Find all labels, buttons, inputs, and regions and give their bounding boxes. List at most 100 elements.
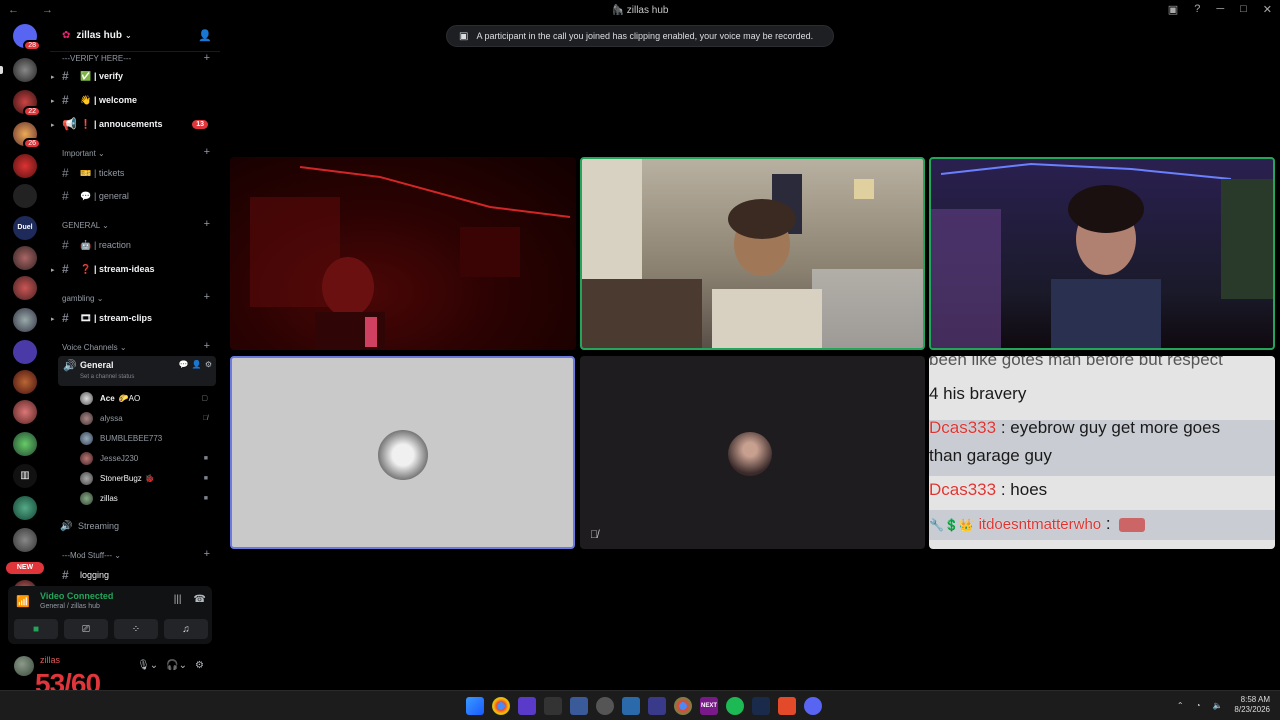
video-tile[interactable] xyxy=(929,157,1275,350)
invite-icon[interactable]: 👤 xyxy=(192,360,202,369)
chat-icon[interactable]: 💬 xyxy=(179,360,189,369)
inbox-icon[interactable]: ▣ xyxy=(1168,3,1178,16)
reaction-emoji-icon: 🤖 xyxy=(80,239,92,250)
steam-icon[interactable] xyxy=(752,697,770,715)
add-channel-icon[interactable]: + xyxy=(204,146,210,158)
server-icon[interactable] xyxy=(13,154,37,178)
channel-tickets[interactable]: # 🎫 | tickets xyxy=(62,163,212,183)
add-member-icon[interactable]: 👤 xyxy=(198,29,212,42)
server-icon[interactable] xyxy=(13,370,37,394)
microphone-icon[interactable]: 🎙⌄ xyxy=(137,660,158,671)
chevron-up-icon[interactable]: ⌃ xyxy=(1177,701,1184,710)
voice-user-alyssa[interactable]: alyssa 🎙̸ xyxy=(80,409,212,427)
voice-channel-streaming[interactable]: 🔊 Streaming xyxy=(60,516,210,536)
avatar xyxy=(80,391,93,405)
soundboard-button[interactable]: ♫ xyxy=(164,619,208,639)
disconnect-icon[interactable]: ☎ xyxy=(194,594,206,605)
brave-icon[interactable] xyxy=(778,697,796,715)
headphones-icon[interactable]: 🎧⌄ xyxy=(166,660,187,671)
minimize-button[interactable]: ─ xyxy=(1216,3,1224,16)
volume-icon[interactable]: 🔈 xyxy=(1212,701,1222,710)
voice-user-bumblebee[interactable]: BUMBLEBEE773 xyxy=(80,429,212,447)
category-important[interactable]: Important ⌄ xyxy=(62,149,105,158)
add-channel-icon[interactable]: + xyxy=(204,218,210,230)
video-tile[interactable] xyxy=(230,157,576,350)
window-title: 🦍 zillas hub xyxy=(611,5,669,16)
vscode-icon[interactable] xyxy=(622,697,640,715)
obs-icon[interactable] xyxy=(596,697,614,715)
settings-gear-icon[interactable]: ⚙ xyxy=(205,360,212,369)
chrome-icon[interactable] xyxy=(492,697,510,715)
app-icon[interactable] xyxy=(570,697,588,715)
camera-button[interactable]: ■ xyxy=(14,619,58,639)
server-icon[interactable]: ▥ xyxy=(13,464,37,488)
server-icon[interactable] xyxy=(13,276,37,300)
add-channel-icon[interactable]: + xyxy=(204,291,210,303)
next-app-icon[interactable]: NEXT xyxy=(700,697,718,715)
video-tile[interactable] xyxy=(230,356,575,549)
maximize-button[interactable]: □ xyxy=(1240,3,1247,16)
server-header[interactable]: ✿ zillas hub ⌄ 👤 xyxy=(50,20,220,52)
activities-button[interactable]: ⁘ xyxy=(114,619,158,639)
settings-gear-icon[interactable]: ⚙ xyxy=(195,660,204,671)
app-icon[interactable] xyxy=(544,697,562,715)
category-verify[interactable]: ---VERIFY HERE--- xyxy=(62,54,131,63)
add-channel-icon[interactable]: + xyxy=(204,548,210,560)
category-voice[interactable]: Voice Channels ⌄ xyxy=(62,343,127,352)
help-icon[interactable]: ? xyxy=(1194,3,1200,16)
wifi-icon[interactable]: ◔ xyxy=(1196,701,1201,710)
hash-icon: # xyxy=(62,166,69,180)
channel-verify[interactable]: # ✅ | verify xyxy=(62,66,212,86)
voice-user-stonerbugz[interactable]: StonerBugz 🐞 ■ xyxy=(80,469,212,487)
video-tile[interactable]: 🎙̸ xyxy=(580,356,925,549)
hash-icon: # xyxy=(62,69,69,83)
discord-icon[interactable] xyxy=(804,697,822,715)
server-icon[interactable] xyxy=(13,400,37,424)
category-gambling[interactable]: gambling ⌄ xyxy=(62,294,103,303)
close-button[interactable]: ✕ xyxy=(1263,3,1272,16)
screen-share-button[interactable]: ⎚ xyxy=(64,619,108,639)
duel-server-icon[interactable]: Duel xyxy=(13,216,37,240)
server-icon[interactable] xyxy=(13,308,37,332)
voice-user-jesse[interactable]: JesseJ230 ■ xyxy=(80,449,212,467)
chrome-icon[interactable] xyxy=(674,697,692,715)
server-icon[interactable]: 22 xyxy=(13,90,41,117)
channel-general-text[interactable]: # 💬 | general xyxy=(62,186,212,206)
channel-reaction[interactable]: # 🤖 | reaction xyxy=(62,235,212,255)
windows-start-icon[interactable] xyxy=(466,697,484,715)
app-grid-icon[interactable] xyxy=(518,697,536,715)
noise-suppression-icon[interactable]: ||| xyxy=(174,594,182,605)
channel-stream-ideas[interactable]: # ❓ | stream-ideas xyxy=(62,259,212,279)
clock[interactable]: 8:58 AM 8/23/2026 xyxy=(1234,695,1270,715)
stream-chat-tile[interactable]: been like gotes man before but respect 4… xyxy=(929,356,1275,549)
direct-messages-icon[interactable]: 28 xyxy=(13,24,41,51)
server-icon[interactable] xyxy=(13,432,37,456)
avatar xyxy=(80,431,93,445)
channel-welcome[interactable]: # 👋 | welcome xyxy=(62,90,212,110)
server-icon[interactable] xyxy=(13,496,37,520)
server-icon[interactable] xyxy=(13,528,37,552)
voice-user-ace[interactable]: Ace 🌮AO ▢ xyxy=(80,389,212,407)
voice-user-zillas[interactable]: zillas ■ xyxy=(80,489,212,507)
server-icon[interactable]: 26 xyxy=(13,122,41,149)
channel-stream-clips[interactable]: # 🎞 | stream-clips xyxy=(62,308,212,328)
activities-icon: ⁘ xyxy=(131,623,141,635)
channel-logging[interactable]: # logging xyxy=(62,565,212,585)
add-channel-icon[interactable]: + xyxy=(204,340,210,352)
avatar[interactable] xyxy=(14,656,34,676)
spotify-icon[interactable] xyxy=(726,697,744,715)
camera-icon: ■ xyxy=(203,474,208,482)
channel-announcements[interactable]: 📢 ❗ | annoucements 13 xyxy=(62,114,212,134)
server-icon[interactable] xyxy=(13,246,37,270)
add-channel-icon[interactable]: + xyxy=(204,52,210,64)
server-icon[interactable] xyxy=(13,340,37,364)
category-general[interactable]: GENERAL ⌄ xyxy=(62,221,109,230)
server-icon[interactable] xyxy=(13,58,37,82)
voice-channel-general[interactable]: 🔊 General Set a channel status 💬 👤 ⚙ xyxy=(58,356,216,386)
category-mod[interactable]: ---Mod Stuff--- ⌄ xyxy=(62,551,121,560)
app-icon[interactable] xyxy=(648,697,666,715)
server-icon[interactable] xyxy=(13,184,37,208)
video-tile[interactable] xyxy=(580,157,925,350)
channel-status-input[interactable]: Set a channel status xyxy=(80,374,134,380)
avatar xyxy=(378,430,428,480)
